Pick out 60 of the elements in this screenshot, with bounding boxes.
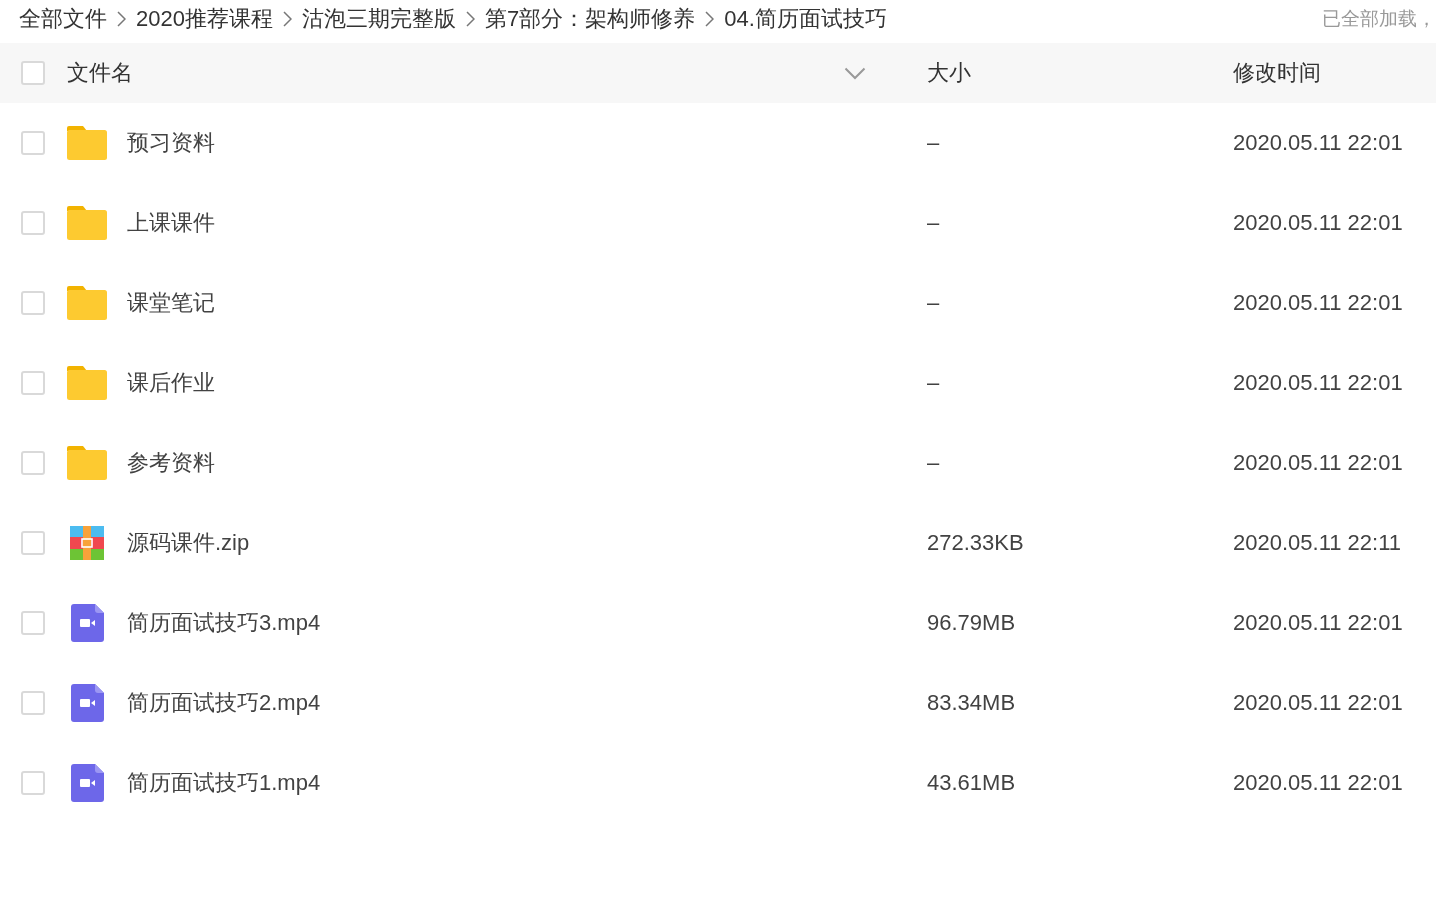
chevron-right-icon (465, 11, 475, 27)
breadcrumb-link[interactable]: 沽泡三期完整版 (301, 4, 456, 34)
file-size-text: – (927, 290, 940, 315)
column-header[interactable]: 修改时间 (1233, 60, 1321, 85)
file-size-text: – (927, 210, 940, 235)
file-name[interactable]: 源码课件.zip (127, 528, 250, 558)
file-name[interactable]: 简历面试技巧3.mp4 (127, 608, 321, 638)
load-status-text: 已全部加载， (1322, 7, 1436, 31)
file-name[interactable]: 课后作业 (127, 368, 215, 398)
modified-time-text: 2020.05.11 22:01 (1233, 450, 1403, 475)
chevron-down-icon[interactable] (844, 66, 866, 80)
modified-time-text: 2020.05.11 22:01 (1233, 690, 1403, 715)
modified-time-text: 2020.05.11 22:01 (1233, 610, 1403, 635)
folder-icon (67, 206, 107, 240)
modified-time-text: 2020.05.11 22:01 (1233, 370, 1403, 395)
breadcrumb-link[interactable]: 全部文件 (19, 4, 107, 34)
file-name[interactable]: 简历面试技巧2.mp4 (127, 688, 321, 718)
select-all-checkbox[interactable] (21, 61, 45, 85)
row-checkbox[interactable] (21, 691, 45, 715)
file-size-text: – (927, 450, 940, 475)
video-file-icon (70, 684, 104, 722)
video-file-icon (70, 604, 104, 642)
row-checkbox[interactable] (21, 611, 45, 635)
row-checkbox[interactable] (21, 771, 45, 795)
chevron-right-icon (117, 11, 126, 27)
column-header[interactable]: 大小 (927, 60, 971, 85)
folder-icon (67, 286, 107, 320)
file-name[interactable]: 参考资料 (127, 448, 215, 478)
archive-icon (70, 526, 104, 560)
column-header[interactable]: 文件名 (67, 58, 133, 88)
modified-time-text: 2020.05.11 22:11 (1233, 530, 1401, 555)
breadcrumb-link[interactable]: 第7部分：架构师修养 (484, 4, 696, 34)
folder-icon (67, 126, 107, 160)
file-name[interactable]: 课堂笔记 (127, 288, 215, 318)
chevron-right-icon (705, 11, 715, 27)
row-checkbox[interactable] (21, 451, 45, 475)
row-checkbox[interactable] (21, 371, 45, 395)
row-checkbox[interactable] (21, 211, 45, 235)
row-checkbox[interactable] (21, 291, 45, 315)
chevron-right-icon (282, 11, 292, 27)
modified-time-text: 2020.05.11 22:01 (1233, 770, 1403, 795)
row-checkbox[interactable] (21, 131, 45, 155)
file-name[interactable]: 预习资料 (127, 128, 215, 158)
file-size-text: – (927, 370, 940, 395)
file-size-text: 272.33KB (927, 530, 1024, 555)
current-folder-text: 04.简历面试技巧 (724, 5, 887, 33)
breadcrumb-link[interactable]: 2020推荐课程 (136, 4, 273, 34)
file-size-text: 43.61MB (927, 770, 1016, 795)
file-size-text: – (927, 130, 940, 155)
file-name[interactable]: 简历面试技巧1.mp4 (127, 768, 321, 798)
folder-icon (67, 366, 107, 400)
folder-icon (67, 446, 107, 480)
video-file-icon (70, 764, 104, 802)
file-name[interactable]: 上课课件 (127, 208, 215, 238)
file-size-text: 83.34MB (927, 690, 1016, 715)
file-size-text: 96.79MB (927, 610, 1016, 635)
modified-time-text: 2020.05.11 22:01 (1233, 290, 1403, 315)
row-checkbox[interactable] (21, 531, 45, 555)
modified-time-text: 2020.05.11 22:01 (1233, 210, 1403, 235)
modified-time-text: 2020.05.11 22:01 (1233, 130, 1403, 155)
